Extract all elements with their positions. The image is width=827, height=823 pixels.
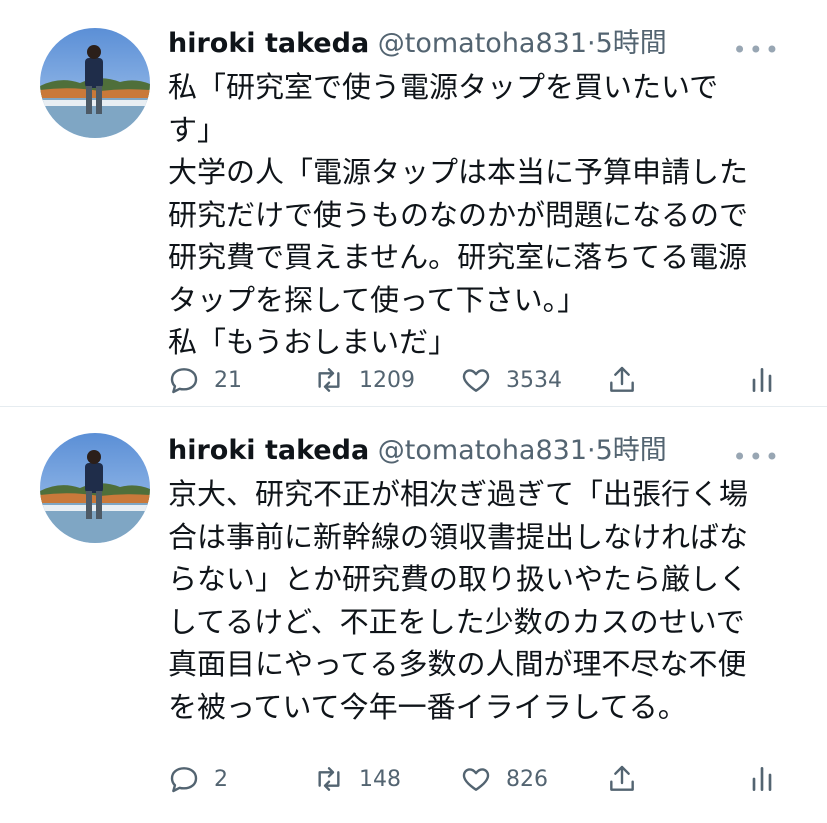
like-icon	[462, 768, 490, 791]
tweet-text: 私「研究室で使う電源タップを買いたいで す」 大学の人「電源タップは本当に予算申…	[168, 70, 749, 359]
retweet-button[interactable]: 1209	[313, 360, 415, 400]
retweet-count: 1209	[359, 367, 415, 393]
retweet-button[interactable]: 148	[313, 759, 401, 799]
retweet-icon	[318, 368, 340, 392]
analytics-button[interactable]	[746, 360, 792, 400]
reply-count: 21	[214, 367, 242, 393]
separator-dot: ·	[587, 28, 596, 59]
tweet-header: hiroki takeda @tomatoha831·5時間 •••	[168, 24, 807, 64]
avatar[interactable]	[40, 28, 150, 138]
share-icon	[610, 765, 634, 791]
separator-dot: ·	[587, 435, 596, 466]
like-button[interactable]: 3534	[460, 360, 562, 400]
analytics-button[interactable]	[746, 759, 792, 799]
reply-button[interactable]: 21	[168, 360, 242, 400]
tweet[interactable]: hiroki takeda @tomatoha831·5時間 ••• 京大、研究…	[0, 406, 827, 822]
analytics-icon	[752, 368, 772, 392]
handle[interactable]: @tomatoha831	[378, 435, 587, 466]
tweet-actions: 2 148 826	[168, 759, 787, 799]
timestamp[interactable]: 5時間	[596, 435, 667, 466]
reply-count: 2	[214, 766, 228, 792]
more-options-icon[interactable]: •••	[733, 30, 781, 70]
tweet-actions: 21 1209 3534	[168, 360, 787, 400]
display-name[interactable]: hiroki takeda	[168, 28, 369, 59]
reply-button[interactable]: 2	[168, 759, 228, 799]
avatar[interactable]	[40, 433, 150, 543]
retweet-count: 148	[359, 766, 401, 792]
share-icon	[610, 366, 634, 392]
timestamp[interactable]: 5時間	[596, 28, 667, 59]
handle[interactable]: @tomatoha831	[378, 28, 587, 59]
reply-icon	[170, 368, 198, 394]
tweet[interactable]: hiroki takeda @tomatoha831·5時間 ••• 私「研究室…	[0, 0, 827, 406]
like-icon	[462, 369, 490, 392]
more-options-icon[interactable]: •••	[733, 437, 781, 477]
display-name[interactable]: hiroki takeda	[168, 435, 369, 466]
like-count: 3534	[506, 367, 562, 393]
tweet-text: 京大、研究不正が相次ぎ過ぎて「出張行く場 合は事前に新幹線の領収書提出しなければ…	[168, 477, 749, 724]
analytics-icon	[752, 767, 772, 791]
share-button[interactable]	[606, 360, 652, 400]
like-count: 826	[506, 766, 548, 792]
retweet-icon	[318, 767, 340, 791]
share-button[interactable]	[606, 759, 652, 799]
reply-icon	[170, 767, 198, 793]
tweet-header: hiroki takeda @tomatoha831·5時間 •••	[168, 431, 807, 471]
like-button[interactable]: 826	[460, 759, 548, 799]
